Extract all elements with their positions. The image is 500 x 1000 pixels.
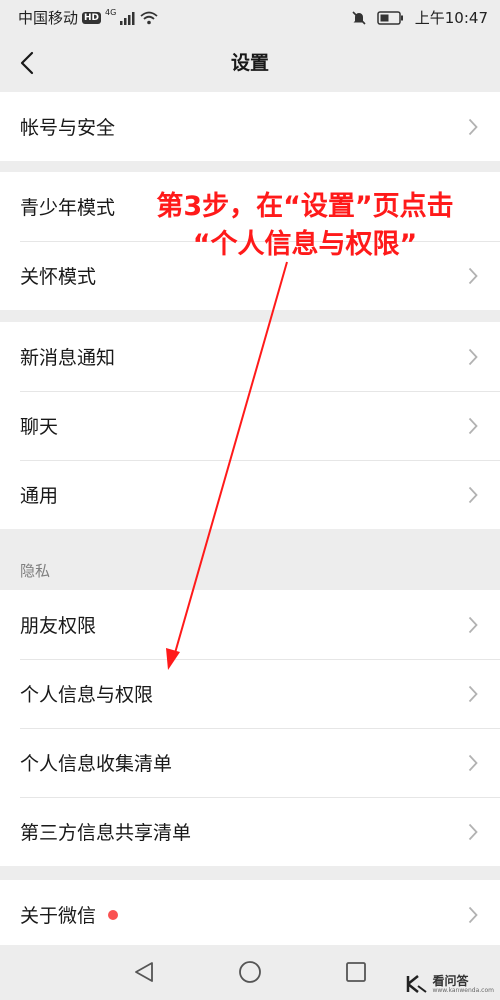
item-label: 关怀模式 [20,266,97,288]
signal-icon [120,11,135,25]
item-label: 通用 [20,485,59,507]
chevron-right-icon [468,118,478,136]
chevron-right-icon [468,754,478,772]
watermark: 看问答 www.kanwenda.com [406,974,494,994]
list-item-account-security[interactable]: 帐号与安全 [0,92,500,161]
item-label: 关于微信 [20,905,97,927]
nav-back-icon[interactable] [132,960,156,984]
nav-recents-icon[interactable] [344,960,368,984]
item-label: 个人信息与权限 [20,684,154,706]
settings-group-about: 关于微信 [0,880,500,949]
carrier-label: 中国移动 [18,9,79,27]
watermark-text-block: 看问答 www.kanwenda.com [432,975,494,994]
section-header-privacy: 隐私 [20,562,51,580]
clock: 上午10:47 [414,9,488,27]
status-left: 中国移动 HD 4G [18,7,158,28]
annotation-line-2: “个人信息与权限” [192,229,418,260]
chevron-right-icon [468,486,478,504]
item-label: 新消息通知 [20,347,116,369]
item-label: 第三方信息共享清单 [20,822,192,844]
settings-group-privacy: 朋友权限 个人信息与权限 个人信息收集清单 第三方信息共享清单 [0,590,500,866]
network-label: 4G [105,8,117,17]
list-item-personal-info-collection[interactable]: 个人信息收集清单 [0,728,500,797]
list-item-notifications[interactable]: 新消息通知 [0,322,500,391]
item-label: 聊天 [20,416,59,438]
status-right: 上午10:47 [351,7,488,28]
list-item-chat[interactable]: 聊天 [0,391,500,460]
list-item-about-wechat[interactable]: 关于微信 [0,880,500,949]
settings-group-account: 帐号与安全 [0,92,500,161]
watermark-text: 看问答 [432,973,469,988]
list-item-friend-permissions[interactable]: 朋友权限 [0,590,500,659]
nav-bar: 设置 [0,34,500,90]
chevron-right-icon [468,685,478,703]
annotation-line-1: 第3步，在“设置”页点击 [156,191,454,222]
item-label: 青少年模式 [20,197,116,219]
chevron-right-icon [468,823,478,841]
chevron-right-icon [468,417,478,435]
mute-bell-icon [352,10,366,25]
chevron-right-icon [468,906,478,924]
wifi-icon [140,11,158,24]
nav-home-icon[interactable] [238,960,262,984]
watermark-logo-icon [407,975,428,993]
battery-icon [377,10,403,25]
list-item-general[interactable]: 通用 [0,460,500,529]
list-item-third-party-sharing[interactable]: 第三方信息共享清单 [0,797,500,866]
item-label: 帐号与安全 [20,117,116,139]
watermark-url: www.kanwenda.com [432,986,494,994]
chevron-right-icon [468,267,478,285]
chevron-right-icon [468,616,478,634]
page-title: 设置 [230,52,269,74]
item-label: 个人信息收集清单 [20,753,173,775]
status-bar: 中国移动 HD 4G 上午10:47 [0,0,500,34]
hd-badge: HD [82,11,102,24]
chevron-right-icon [468,348,478,366]
update-badge-dot [108,909,119,920]
list-item-personal-info-permissions[interactable]: 个人信息与权限 [0,659,500,728]
settings-group-general: 新消息通知 聊天 通用 [0,322,500,529]
tutorial-annotation: 第3步，在“设置”页点击 “个人信息与权限” [110,188,500,264]
item-label: 朋友权限 [20,615,97,637]
